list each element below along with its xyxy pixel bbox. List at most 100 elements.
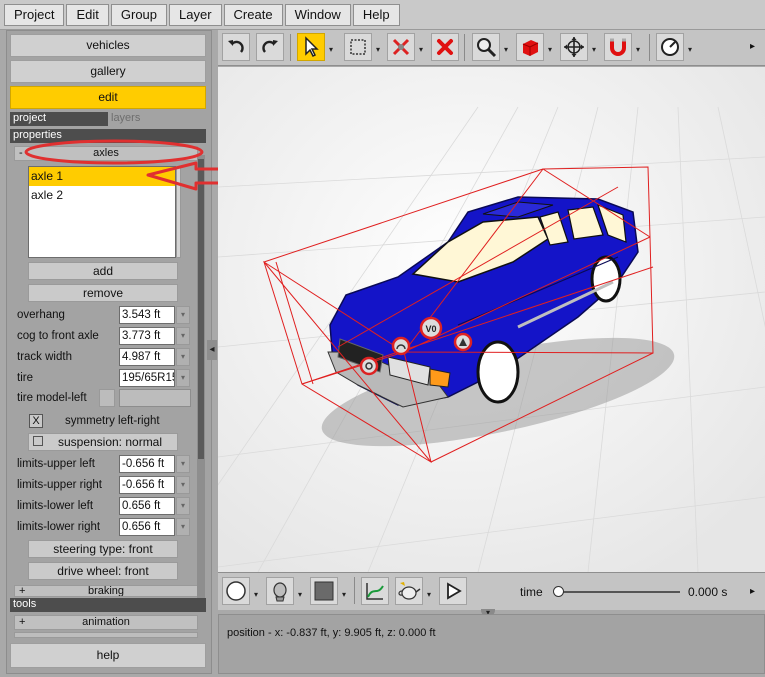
tire-dropdown[interactable]: ▾ <box>176 369 190 387</box>
limits-upper-left-spinner[interactable]: ▾ <box>176 455 190 473</box>
move-button[interactable] <box>560 33 588 61</box>
menu-group[interactable]: Group <box>110 3 168 26</box>
tire-field[interactable]: 195/65R15 <box>119 369 175 387</box>
limits-upper-right-spinner[interactable]: ▾ <box>176 476 190 494</box>
list-item[interactable]: axle 1 <box>29 167 175 186</box>
toolbar-more-icon[interactable]: ▸ <box>750 41 755 52</box>
suspension-button[interactable]: suspension: normal <box>28 433 178 451</box>
overhang-field[interactable]: 3.543 ft <box>119 306 175 324</box>
select-tool-button[interactable] <box>297 33 325 61</box>
limits-lower-right-field[interactable]: 0.656 ft <box>119 518 175 536</box>
menu-help[interactable]: Help <box>352 3 400 26</box>
limits-lower-left-label: limits-lower left <box>17 500 94 512</box>
white-circle-icon <box>226 581 246 601</box>
point-tool-button[interactable] <box>387 33 415 61</box>
menu-window[interactable]: Window <box>284 3 351 26</box>
axles-section-toggle[interactable]: - axles <box>14 146 198 161</box>
overhang-spinner[interactable]: ▾ <box>176 306 190 324</box>
tire-model-label: tire model-left <box>17 392 87 404</box>
play-button[interactable] <box>439 577 467 605</box>
chevron-down-icon[interactable]: ▾ <box>688 45 692 54</box>
delete-button[interactable] <box>431 33 459 61</box>
status-panel: position - x: -0.837 ft, y: 9.905 ft, z:… <box>218 614 765 674</box>
list-item[interactable]: axle 2 <box>29 186 175 205</box>
add-axle-button[interactable]: add <box>28 262 178 280</box>
animation-section-toggle[interactable]: + animation <box>14 615 198 630</box>
drive-wheel-button[interactable]: drive wheel: front <box>28 562 178 580</box>
chevron-down-icon[interactable]: ▾ <box>376 45 380 54</box>
tab-project[interactable]: project <box>10 112 108 126</box>
3d-viewport[interactable]: V0 <box>218 67 765 572</box>
chevron-down-icon[interactable]: ▾ <box>342 590 346 599</box>
chevron-down-icon[interactable]: ▾ <box>504 45 508 54</box>
time-slider-handle[interactable] <box>553 586 564 597</box>
time-slider-track[interactable] <box>558 591 680 593</box>
track-width-field[interactable]: 4.987 ft <box>119 348 175 366</box>
collapsed-section[interactable] <box>14 632 198 638</box>
gauge-icon <box>661 38 679 56</box>
tire-model-field[interactable] <box>119 389 191 407</box>
undo-button[interactable] <box>222 33 250 61</box>
time-label: time <box>520 585 543 599</box>
color-white-button[interactable] <box>222 577 250 605</box>
toolbar-separator <box>290 34 291 61</box>
limits-upper-left-field[interactable]: -0.656 ft <box>119 455 175 473</box>
view-head-button[interactable] <box>266 577 294 605</box>
limits-lower-right-spinner[interactable]: ▾ <box>176 518 190 536</box>
limits-upper-right-field[interactable]: -0.656 ft <box>119 476 175 494</box>
gallery-button[interactable]: gallery <box>10 60 206 83</box>
tab-layers[interactable]: layers <box>108 112 206 126</box>
object-button[interactable] <box>516 33 544 61</box>
chevron-down-icon[interactable]: ▾ <box>427 590 431 599</box>
toolbar-separator <box>464 34 465 61</box>
measure-button[interactable] <box>656 33 684 61</box>
curve-button[interactable] <box>361 577 389 605</box>
collapse-panel-handle[interactable]: ◂ <box>207 340 217 360</box>
rect-select-button[interactable] <box>344 33 372 61</box>
chevron-down-icon[interactable]: ▾ <box>592 45 596 54</box>
vehicles-button[interactable]: vehicles <box>10 34 206 57</box>
chevron-down-icon[interactable]: ▾ <box>636 45 640 54</box>
menu-layer[interactable]: Layer <box>169 3 222 26</box>
track-width-spinner[interactable]: ▾ <box>176 348 190 366</box>
chevron-down-icon[interactable]: ▾ <box>254 590 258 599</box>
symmetry-checkbox[interactable]: X <box>29 414 43 428</box>
cog-field[interactable]: 3.773 ft <box>119 327 175 345</box>
limits-lower-left-spinner[interactable]: ▾ <box>176 497 190 515</box>
snap-button[interactable] <box>604 33 632 61</box>
time-value: 0.000 s <box>688 585 728 599</box>
braking-section-toggle[interactable]: + braking <box>14 585 198 597</box>
expand-sign: + <box>19 616 26 628</box>
list-scrollbar[interactable] <box>176 166 181 258</box>
redo-button[interactable] <box>256 33 284 61</box>
panel-tabs: project layers <box>10 112 206 126</box>
edit-button[interactable]: edit <box>10 86 206 109</box>
bar-more-icon[interactable]: ▸ <box>750 586 755 597</box>
suspension-toggle-icon <box>33 436 43 446</box>
menu-edit[interactable]: Edit <box>66 3 109 26</box>
chevron-down-icon[interactable]: ▾ <box>548 45 552 54</box>
cog-spinner[interactable]: ▾ <box>176 327 190 345</box>
zoom-button[interactable] <box>472 33 500 61</box>
selection-box-icon <box>350 39 366 55</box>
scene-canvas[interactable]: V0 <box>218 67 765 572</box>
steering-type-button[interactable]: steering type: front <box>28 540 178 558</box>
help-button[interactable]: help <box>10 643 206 668</box>
red-cube-icon <box>522 40 539 56</box>
chevron-down-icon[interactable]: ▾ <box>298 590 302 599</box>
chevron-down-icon[interactable]: ▾ <box>329 45 333 54</box>
color-gray-button[interactable] <box>310 577 338 605</box>
properties-scrollbar[interactable] <box>197 155 205 601</box>
teapot-button[interactable] <box>395 577 423 605</box>
collapse-sign: - <box>19 147 23 159</box>
limits-lower-left-field[interactable]: 0.656 ft <box>119 497 175 515</box>
remove-axle-button[interactable]: remove <box>28 284 178 302</box>
marker-ring-icon[interactable] <box>359 356 379 376</box>
menu-create[interactable]: Create <box>223 3 283 26</box>
marker-arc-icon[interactable] <box>391 336 411 356</box>
scrollbar-thumb[interactable] <box>198 159 204 459</box>
axle-list[interactable]: axle 1 axle 2 <box>28 166 176 258</box>
chevron-down-icon[interactable]: ▾ <box>419 45 423 54</box>
menu-project[interactable]: Project <box>4 3 65 26</box>
tire-model-color[interactable] <box>99 389 115 407</box>
